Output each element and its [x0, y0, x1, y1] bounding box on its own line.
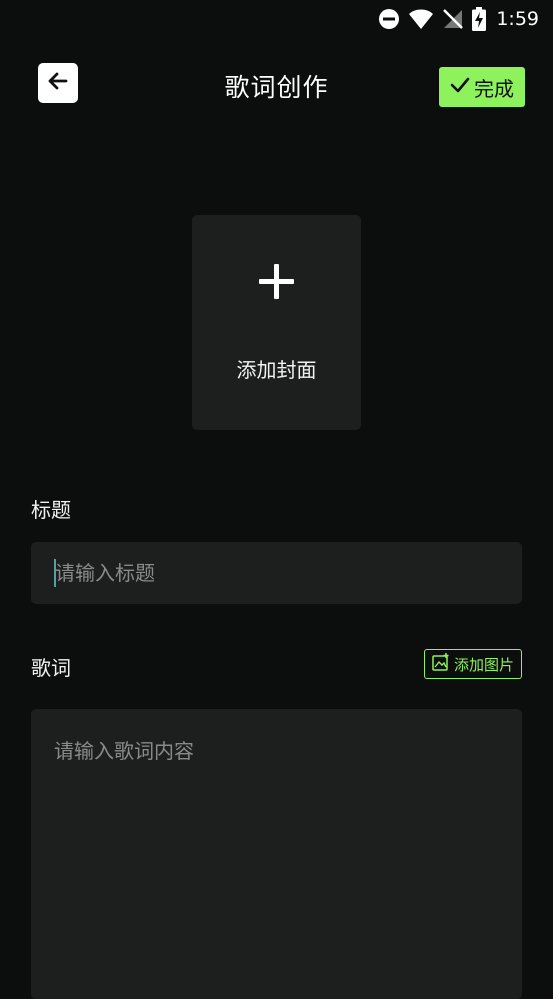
add-image-label: 添加图片	[453, 655, 514, 674]
title-input-container	[31, 542, 522, 604]
add-image-button[interactable]: 添加图片	[424, 649, 522, 679]
no-signal-icon	[442, 8, 464, 30]
add-cover-label: 添加封面	[236, 358, 317, 382]
do-not-disturb-icon	[378, 8, 400, 30]
status-bar: 1:59	[0, 0, 553, 38]
done-button[interactable]: 完成	[439, 67, 525, 107]
text-caret	[54, 559, 56, 587]
add-image-icon	[432, 653, 450, 675]
add-cover-button[interactable]: 添加封面	[192, 215, 361, 430]
status-time: 1:59	[496, 8, 539, 30]
lyrics-input[interactable]	[31, 709, 522, 999]
title-section-label: 标题	[31, 498, 71, 522]
checkmark-icon	[450, 75, 470, 99]
battery-charging-icon	[472, 7, 487, 31]
plus-icon	[258, 263, 295, 304]
lyrics-input-container	[31, 709, 522, 999]
done-button-label: 完成	[474, 76, 514, 101]
wifi-icon	[408, 8, 434, 30]
lyrics-section-label: 歌词	[31, 656, 71, 680]
header: 歌词创作 完成	[0, 62, 553, 114]
title-input[interactable]	[31, 542, 522, 604]
